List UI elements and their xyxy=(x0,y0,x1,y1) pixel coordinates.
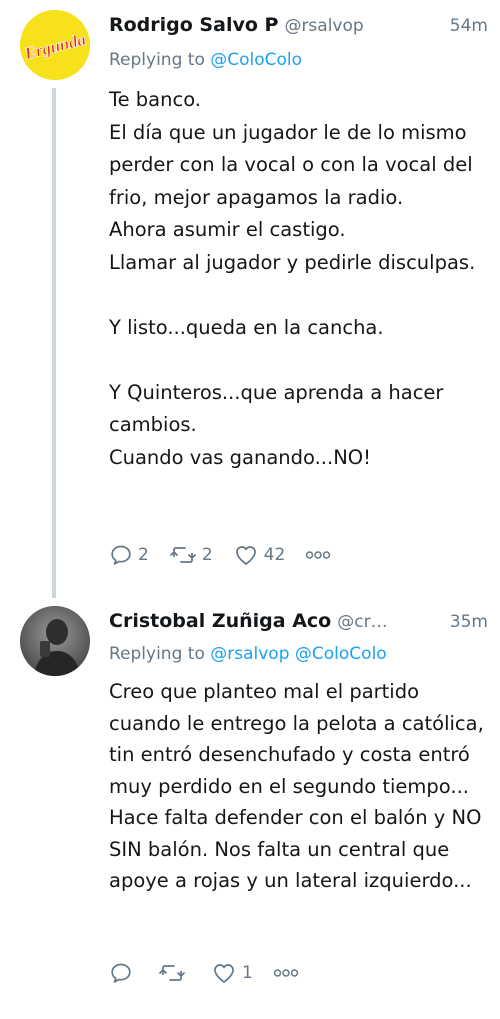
like-count: 1 xyxy=(242,963,253,983)
author-name[interactable]: Cristobal Zuñiga Aco xyxy=(109,610,331,632)
mention-link[interactable]: @rsalvop xyxy=(210,644,289,664)
tweet[interactable]: Ergunda Rodrigo Salvo P @rsalvop 54m Repl… xyxy=(0,0,500,598)
more-icon xyxy=(273,969,299,977)
reply-button[interactable] xyxy=(109,961,138,985)
tweet-actions: 1 xyxy=(109,958,319,988)
reply-icon xyxy=(111,963,131,983)
timestamp[interactable]: 35m xyxy=(450,612,488,632)
tweet-actions: 2 2 42 xyxy=(109,540,351,570)
more-button[interactable] xyxy=(305,550,331,560)
mention-link[interactable]: @ColoColo xyxy=(295,644,387,664)
reply-count: 2 xyxy=(138,545,149,565)
mention-link[interactable]: @ColoColo xyxy=(210,50,302,70)
replying-to-label: Replying to xyxy=(109,644,205,664)
tweet[interactable]: Cristobal Zuñiga Aco @cr… 35m Replying to… xyxy=(0,598,500,1019)
retweet-count: 2 xyxy=(201,545,213,565)
like-button[interactable]: 42 xyxy=(233,543,286,567)
more-button[interactable] xyxy=(273,968,299,978)
author-handle[interactable]: @cr… xyxy=(337,612,387,632)
retweet-icon xyxy=(159,965,185,981)
replying-to: Replying to @rsalvop @ColoColo xyxy=(109,644,387,664)
retweet-button[interactable]: 2 xyxy=(169,543,213,567)
replying-to-label: Replying to xyxy=(109,50,205,70)
like-count: 42 xyxy=(263,545,286,565)
thread-line xyxy=(52,88,56,598)
profile-photo-icon xyxy=(20,606,90,676)
retweet-icon xyxy=(169,547,196,563)
heart-icon xyxy=(235,546,256,565)
author-handle[interactable]: @rsalvop xyxy=(284,16,363,36)
reply-icon xyxy=(111,545,131,565)
reply-button[interactable]: 2 xyxy=(109,543,149,567)
more-icon xyxy=(306,551,331,559)
like-button[interactable]: 1 xyxy=(211,961,253,985)
tweet-header: Rodrigo Salvo P @rsalvop 54m xyxy=(109,14,488,46)
avatar[interactable] xyxy=(20,606,90,676)
tweet-text: Te banco. El día que un jugador le de lo… xyxy=(109,88,476,469)
replying-to: Replying to @ColoColo xyxy=(109,50,302,70)
avatar[interactable]: Ergunda xyxy=(20,10,90,80)
timestamp[interactable]: 54m xyxy=(450,16,488,36)
author-name[interactable]: Rodrigo Salvo P xyxy=(109,14,278,36)
retweet-button[interactable] xyxy=(158,961,191,985)
heart-icon xyxy=(214,964,234,983)
tweet-header: Cristobal Zuñiga Aco @cr… 35m xyxy=(109,610,488,642)
tweet-text: Creo que planteo mal el partido cuando l… xyxy=(109,680,490,892)
ergunda-logo-icon: Ergunda xyxy=(20,10,90,80)
